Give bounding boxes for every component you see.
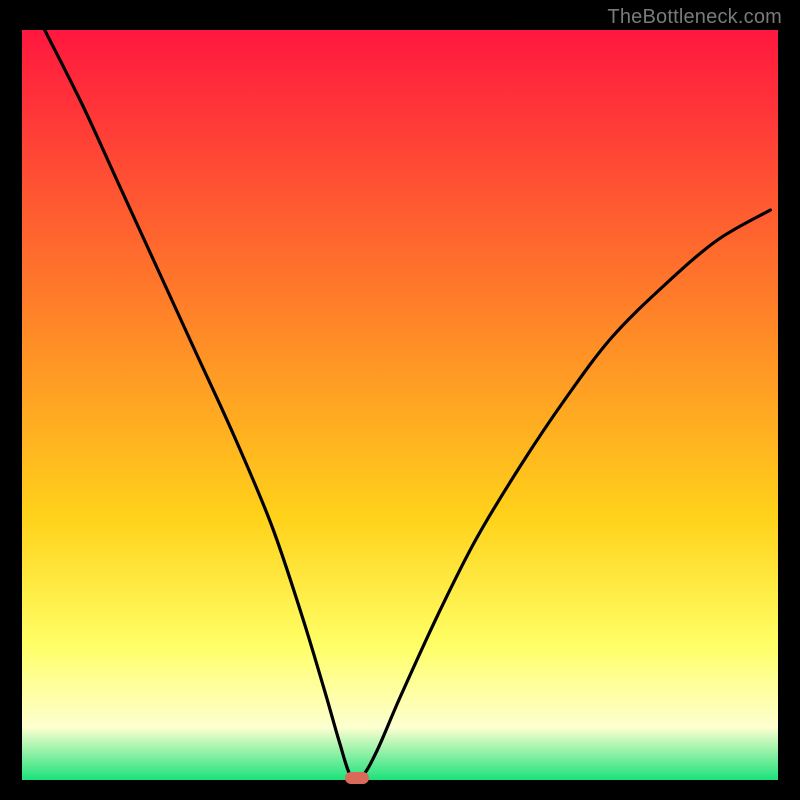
optimum-marker bbox=[345, 772, 369, 784]
gradient-background bbox=[22, 30, 778, 780]
bottleneck-chart bbox=[22, 30, 778, 780]
chart-frame bbox=[22, 30, 778, 780]
watermark-text: TheBottleneck.com bbox=[607, 6, 782, 29]
